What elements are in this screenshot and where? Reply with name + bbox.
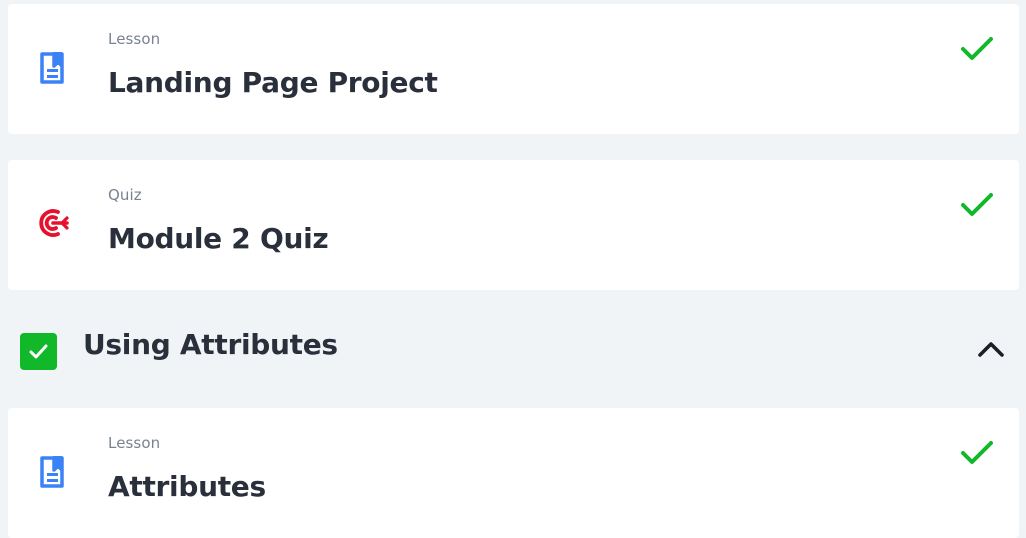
item-type-label: Quiz <box>108 186 142 204</box>
lesson-doc-icon <box>38 50 66 86</box>
item-title[interactable]: Module 2 Quiz <box>108 222 329 255</box>
item-type-label: Lesson <box>108 30 161 48</box>
item-type-label: Lesson <box>108 434 161 452</box>
check-icon <box>959 186 995 222</box>
section-title: Using Attributes <box>83 328 338 361</box>
check-icon <box>959 434 995 470</box>
section-header-using-attributes[interactable]: Using Attributes <box>0 318 1026 378</box>
section-complete-checkbox <box>20 333 57 370</box>
lesson-doc-icon <box>38 454 66 490</box>
quiz-card-module-2-quiz[interactable]: Quiz Module 2 Quiz <box>8 160 1019 290</box>
target-icon <box>38 206 69 242</box>
item-title[interactable]: Landing Page Project <box>108 66 438 99</box>
lesson-card-attributes[interactable]: Lesson Attributes <box>8 408 1019 538</box>
check-icon <box>959 30 995 66</box>
item-title[interactable]: Attributes <box>108 470 266 503</box>
chevron-up-icon[interactable] <box>976 336 1006 362</box>
lesson-card-landing-page-project[interactable]: Lesson Landing Page Project <box>8 4 1019 134</box>
